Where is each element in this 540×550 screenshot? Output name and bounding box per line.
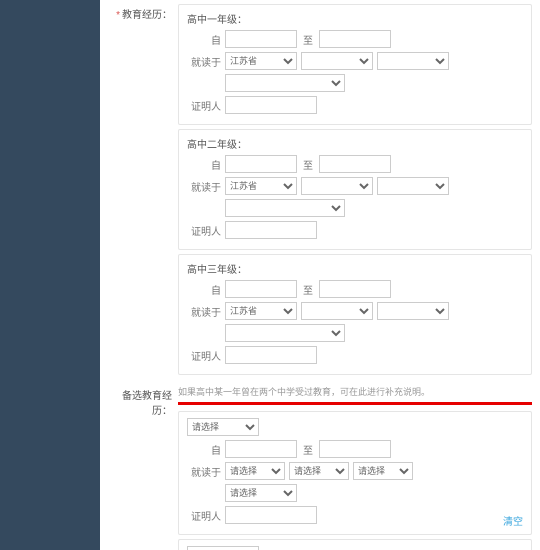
to-label: 至 <box>303 32 313 47</box>
alt-edu-history-label: 备选教育经历： <box>108 385 178 550</box>
text-input[interactable] <box>225 506 317 524</box>
alt-block: 请选择自至就读于请选择请选择请选择请选择证明人清空 <box>178 539 532 550</box>
study-at-label: 就读于 <box>187 179 221 194</box>
select[interactable] <box>225 324 345 342</box>
to-label: 至 <box>303 282 313 297</box>
text-input[interactable] <box>225 346 317 364</box>
select[interactable] <box>225 74 345 92</box>
select[interactable]: 江苏省 <box>225 177 297 195</box>
text-input[interactable] <box>319 280 391 298</box>
highlight-line <box>178 402 532 405</box>
alt-hint: 如果高中某一年曾在两个中学受过教育，可在此进行补充说明。 <box>178 385 532 398</box>
main-content: *教育经历： 高中一年级：自至就读于江苏省证明人高中二年级：自至就读于江苏省证明… <box>100 0 540 550</box>
select[interactable]: 请选择 <box>187 418 259 436</box>
edu-history-label: *教育经历： <box>108 4 178 379</box>
text-input[interactable] <box>225 221 317 239</box>
select[interactable] <box>301 177 373 195</box>
from-label: 自 <box>187 157 221 172</box>
text-input[interactable] <box>319 155 391 173</box>
text-input[interactable] <box>225 280 297 298</box>
from-label: 自 <box>187 32 221 47</box>
select[interactable] <box>377 177 449 195</box>
text-input[interactable] <box>319 30 391 48</box>
to-label: 至 <box>303 157 313 172</box>
text-input[interactable] <box>319 440 391 458</box>
alt-block: 请选择自至就读于请选择请选择请选择请选择证明人清空 <box>178 411 532 535</box>
select[interactable] <box>301 52 373 70</box>
select[interactable]: 请选择 <box>225 484 297 502</box>
witness-label: 证明人 <box>187 508 221 523</box>
from-label: 自 <box>187 442 221 457</box>
select[interactable] <box>225 199 345 217</box>
select[interactable]: 请选择 <box>225 462 285 480</box>
grade-title: 高中三年级： <box>187 261 523 276</box>
required-star: * <box>116 10 120 21</box>
study-at-label: 就读于 <box>187 464 221 479</box>
study-at-label: 就读于 <box>187 304 221 319</box>
text-input[interactable] <box>225 440 297 458</box>
select[interactable]: 江苏省 <box>225 52 297 70</box>
select[interactable]: 请选择 <box>187 546 259 550</box>
grade-block: 高中三年级： 自 至就读于江苏省证明人 <box>178 254 532 375</box>
grade-block: 高中二年级： 自 至就读于江苏省证明人 <box>178 129 532 250</box>
text-input[interactable] <box>225 30 297 48</box>
study-at-label: 就读于 <box>187 54 221 69</box>
witness-label: 证明人 <box>187 98 221 113</box>
select[interactable]: 请选择 <box>289 462 349 480</box>
select[interactable]: 请选择 <box>353 462 413 480</box>
text-input[interactable] <box>225 96 317 114</box>
select[interactable]: 江苏省 <box>225 302 297 320</box>
grade-block: 高中一年级： 自 至就读于江苏省证明人 <box>178 4 532 125</box>
select[interactable] <box>377 52 449 70</box>
grade-title: 高中二年级： <box>187 136 523 151</box>
select[interactable] <box>377 302 449 320</box>
witness-label: 证明人 <box>187 223 221 238</box>
witness-label: 证明人 <box>187 348 221 363</box>
sidebar <box>0 0 100 550</box>
select[interactable] <box>301 302 373 320</box>
clear-link[interactable]: 清空 <box>503 513 523 528</box>
to-label: 至 <box>303 442 313 457</box>
from-label: 自 <box>187 282 221 297</box>
grade-title: 高中一年级： <box>187 11 523 26</box>
text-input[interactable] <box>225 155 297 173</box>
